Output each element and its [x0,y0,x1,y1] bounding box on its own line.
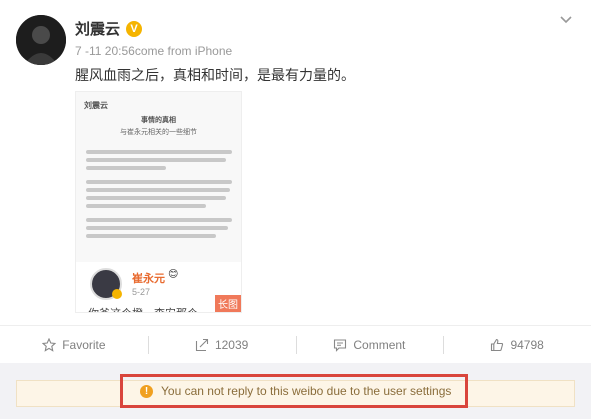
repost-button[interactable]: 12039 [147,326,296,363]
blurred-text-line [86,180,232,184]
long-image-label: 长图 [215,295,241,312]
warning-icon: ! [140,384,153,398]
blurred-text-line [86,188,230,192]
reply-disabled-content: ! You can not reply to this weibo due to… [140,384,451,398]
reply-disabled-text: You can not reply to this weibo due to t… [161,384,452,398]
like-button[interactable]: 94798 [443,326,591,363]
blurred-text-line [86,234,216,238]
long-image-author: 刘震云 [84,101,108,110]
embedded-author-name: 崔永元 [132,273,165,285]
blurred-text-line [86,226,228,230]
repost-count: 12039 [214,337,249,352]
star-icon [42,337,57,352]
blurred-text-line [86,150,232,154]
blurred-text-line [86,166,166,170]
long-image-title: 事情的真相 [141,117,176,124]
comment-label: Comment [353,337,406,352]
thumbs-up-icon [491,338,504,351]
embedded-verified-icon [112,289,122,299]
long-image-subtitle: 与崔永元相关的一些细节 [120,129,197,136]
favorite-label: Favorite [62,337,106,352]
embedded-text: 你爸这个橙…李安那个… [88,305,209,312]
post-text: 腥风血雨之后，真相和时间，是最有力量的。 [75,67,355,83]
long-image-document: 刘震云 事情的真相 与崔永元相关的一些细节 [76,92,241,262]
favorite-button[interactable]: Favorite [0,326,148,363]
like-count: 94798 [510,337,544,352]
blurred-text-line [86,204,206,208]
long-image[interactable]: 刘震云 事情的真相 与崔永元相关的一些细节 崔永元 😊 5-27 你爸这个橙…李… [75,91,242,313]
share-icon [195,338,208,351]
verified-v-icon: V [126,20,143,37]
author-row: 刘震云 V [75,18,143,39]
chevron-down-icon[interactable] [559,12,573,26]
author-name[interactable]: 刘震云 [75,18,120,39]
comment-button[interactable]: Comment [295,326,444,363]
blurred-text-line [86,196,226,200]
smile-emoji-icon: 😊 [168,269,179,280]
blurred-text-line [86,158,226,162]
comment-icon [334,338,347,352]
post-meta[interactable]: 7 -11 20:56come from iPhone [75,44,232,58]
avatar[interactable] [16,15,66,65]
embedded-date: 5-27 [132,287,151,297]
blurred-text-line [86,218,232,222]
action-bar: Favorite 12039 Comment 94798 [0,325,591,363]
weibo-card: 刘震云 V 7 -11 20:56come from iPhone 腥风血雨之后… [0,0,591,419]
